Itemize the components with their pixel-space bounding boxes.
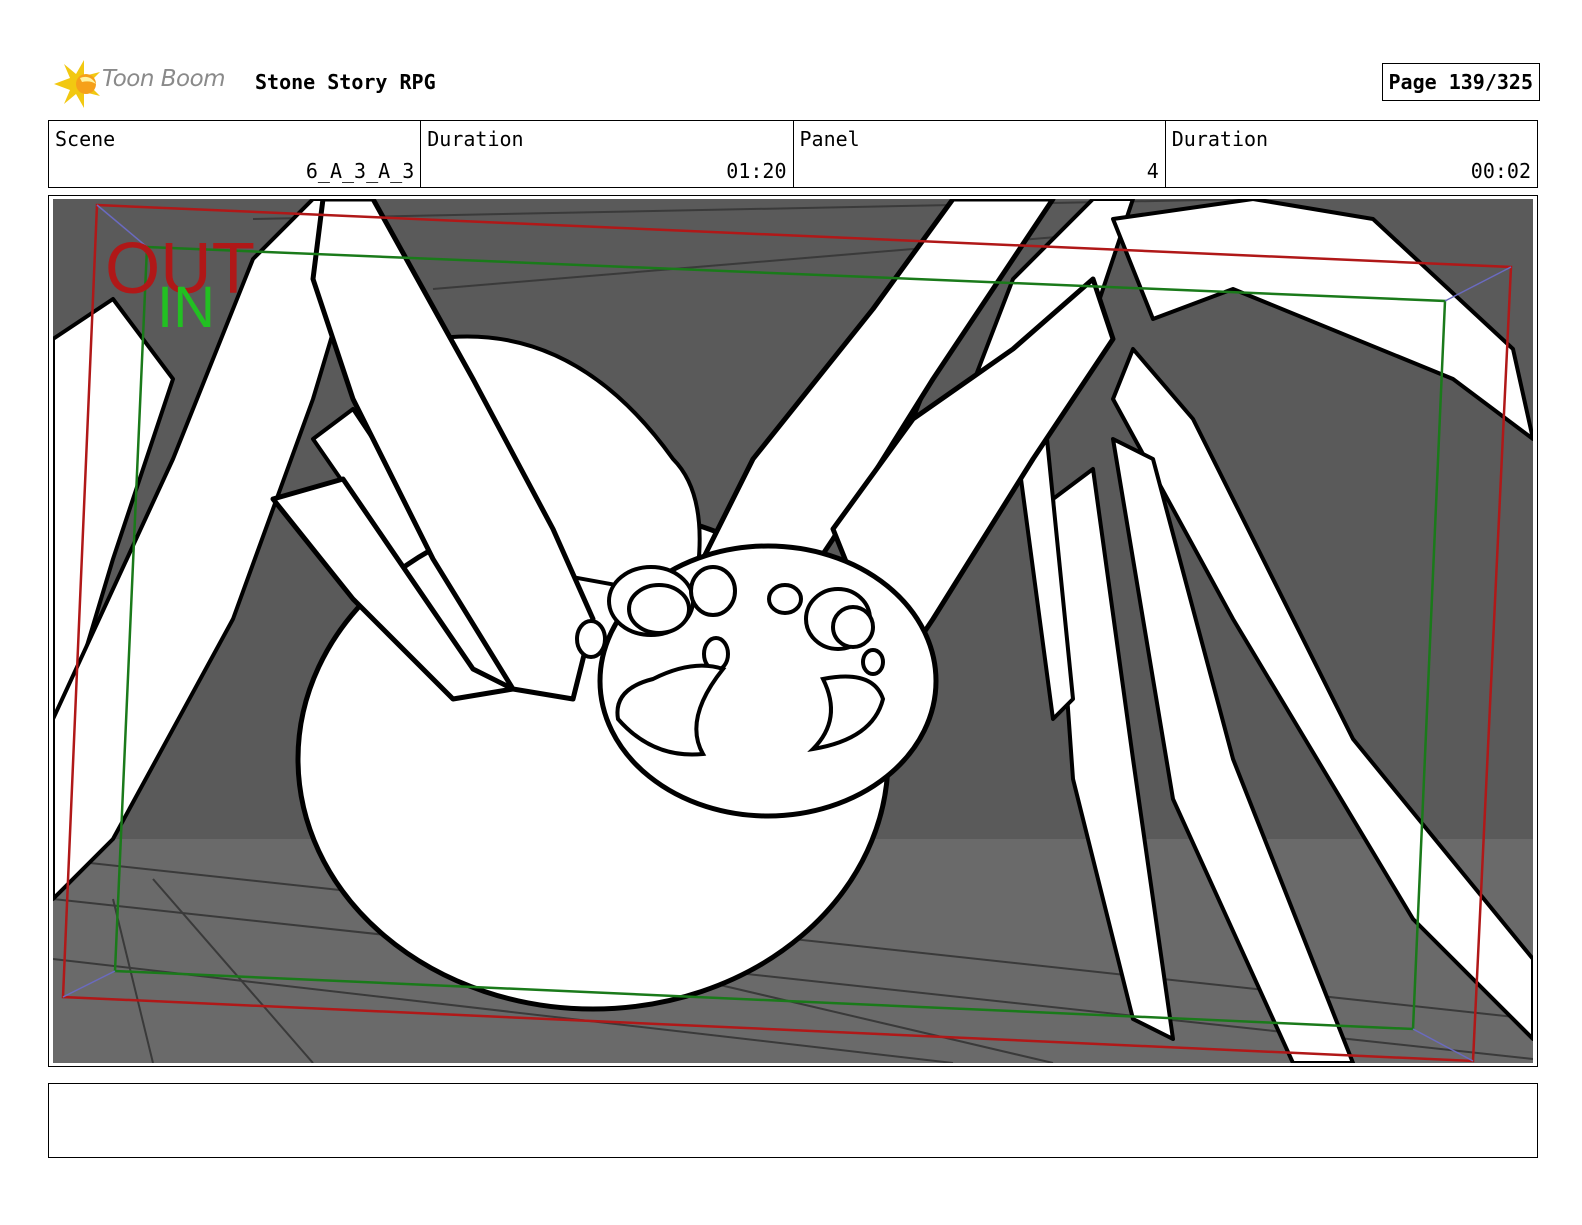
page-indicator: Page 139/325 bbox=[1381, 63, 1540, 101]
panel-duration-cell: Duration 00:02 bbox=[1166, 121, 1537, 187]
panel-drawing: OUT IN bbox=[53, 199, 1533, 1063]
notes-box bbox=[48, 1083, 1538, 1158]
panel-duration-label: Duration bbox=[1171, 127, 1269, 151]
page-header: Toon Boom Stone Story RPG Page 139/325 bbox=[50, 56, 1540, 112]
scene-duration-cell: Duration 01:20 bbox=[421, 121, 794, 187]
panel-cell: Panel 4 bbox=[794, 121, 1166, 187]
scene-cell: Scene 6_A_3_A_3 bbox=[49, 121, 422, 187]
project-title: Stone Story RPG bbox=[255, 70, 436, 94]
in-label: IN bbox=[157, 275, 215, 340]
info-table: Scene 6_A_3_A_3 Duration 01:20 Panel 4 D… bbox=[48, 120, 1538, 188]
panel-value: 4 bbox=[1146, 159, 1159, 183]
scene-label: Scene bbox=[55, 127, 116, 151]
storyboard-panel: OUT IN bbox=[48, 195, 1538, 1067]
panel-label: Panel bbox=[799, 127, 860, 151]
scene-value: 6_A_3_A_3 bbox=[305, 159, 415, 183]
logo-text: Toon Boom bbox=[102, 66, 226, 92]
toon-boom-logo: Toon Boom bbox=[50, 58, 240, 110]
scene-duration-label: Duration bbox=[427, 127, 524, 151]
starburst-icon bbox=[54, 60, 100, 108]
scene-duration-value: 01:20 bbox=[726, 159, 787, 183]
panel-duration-value: 00:02 bbox=[1470, 159, 1531, 183]
